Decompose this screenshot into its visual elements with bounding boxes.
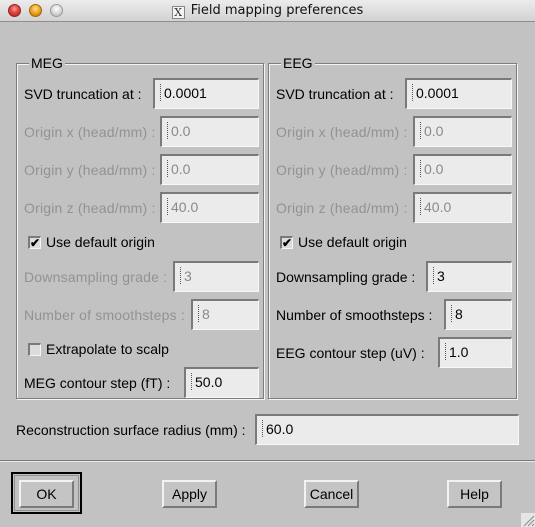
meg-contour-label: MEG contour step (fT) : bbox=[24, 375, 171, 391]
text-cursor-icon bbox=[420, 198, 423, 215]
text-cursor-icon bbox=[451, 305, 454, 322]
meg-origin-z-label: Origin z (head/mm) : bbox=[24, 200, 156, 216]
apply-button[interactable]: Apply bbox=[162, 480, 217, 508]
eeg-group: EEG SVD truncation at : 0.0001 Origin x … bbox=[268, 55, 517, 399]
meg-origin-z-value: 40.0 bbox=[171, 199, 199, 215]
meg-origin-y-input[interactable]: 0.0 bbox=[160, 154, 259, 185]
eeg-downsampling-input[interactable]: 3 bbox=[426, 261, 512, 292]
button-bar-separator bbox=[0, 460, 535, 462]
text-cursor-icon bbox=[191, 373, 194, 390]
meg-origin-x-label: Origin x (head/mm) : bbox=[24, 124, 156, 140]
text-cursor-icon bbox=[433, 267, 436, 284]
eeg-svd-value: 0.0001 bbox=[416, 85, 459, 101]
window-title-wrap: X Field mapping preferences bbox=[0, 3, 535, 19]
eeg-contour-input[interactable]: 1.0 bbox=[438, 337, 512, 368]
meg-contour-value: 50.0 bbox=[195, 374, 223, 390]
title-bar: X Field mapping preferences bbox=[0, 0, 535, 22]
text-cursor-icon bbox=[167, 198, 170, 215]
meg-origin-z-input[interactable]: 40.0 bbox=[160, 192, 259, 223]
meg-origin-y-label: Origin y (head/mm) : bbox=[24, 162, 156, 178]
meg-group-legend: MEG bbox=[29, 55, 65, 71]
eeg-origin-x-value: 0.0 bbox=[424, 123, 444, 139]
resize-grip-icon[interactable] bbox=[521, 513, 535, 527]
meg-origin-x-value: 0.0 bbox=[171, 123, 191, 139]
eeg-use-default-origin-label: Use default origin bbox=[298, 234, 407, 250]
meg-smoothsteps-value: 8 bbox=[202, 306, 210, 322]
meg-group: MEG SVD truncation at : 0.0001 Origin x … bbox=[16, 55, 264, 399]
text-cursor-icon bbox=[160, 84, 163, 101]
cancel-button[interactable]: Cancel bbox=[304, 480, 359, 508]
meg-extrapolate-label: Extrapolate to scalp bbox=[46, 341, 169, 357]
eeg-contour-label: EEG contour step (uV) : bbox=[276, 345, 425, 361]
meg-downsampling-input[interactable]: 3 bbox=[173, 261, 259, 292]
meg-extrapolate-checkbox[interactable] bbox=[28, 343, 41, 356]
eeg-downsampling-value: 3 bbox=[437, 268, 445, 284]
text-cursor-icon bbox=[198, 305, 201, 322]
meg-smoothsteps-input[interactable]: 8 bbox=[191, 299, 259, 330]
meg-use-default-origin-checkbox[interactable]: ✔ bbox=[28, 236, 41, 249]
eeg-downsampling-label: Downsampling grade : bbox=[276, 269, 416, 285]
eeg-svd-label: SVD truncation at : bbox=[276, 86, 394, 102]
meg-downsampling-value: 3 bbox=[184, 268, 192, 284]
check-icon: ✔ bbox=[282, 236, 293, 250]
eeg-origin-x-label: Origin x (head/mm) : bbox=[276, 124, 408, 140]
text-cursor-icon bbox=[167, 160, 170, 177]
eeg-smoothsteps-value: 8 bbox=[455, 306, 463, 322]
ok-button[interactable]: OK bbox=[19, 480, 74, 508]
help-button[interactable]: Help bbox=[447, 480, 502, 508]
eeg-use-default-origin-checkbox[interactable]: ✔ bbox=[280, 236, 293, 249]
text-cursor-icon bbox=[262, 420, 265, 437]
text-cursor-icon bbox=[420, 122, 423, 139]
eeg-smoothsteps-input[interactable]: 8 bbox=[444, 299, 512, 330]
text-cursor-icon bbox=[167, 122, 170, 139]
eeg-origin-z-value: 40.0 bbox=[424, 199, 452, 215]
eeg-origin-x-input[interactable]: 0.0 bbox=[413, 116, 512, 147]
eeg-contour-value: 1.0 bbox=[449, 344, 469, 360]
eeg-svd-input[interactable]: 0.0001 bbox=[405, 78, 512, 109]
reconstruction-radius-label: Reconstruction surface radius (mm) : bbox=[16, 422, 246, 438]
check-icon: ✔ bbox=[30, 236, 41, 250]
text-cursor-icon bbox=[445, 343, 448, 360]
meg-svd-label: SVD truncation at : bbox=[24, 86, 142, 102]
x11-icon: X bbox=[171, 6, 185, 19]
text-cursor-icon bbox=[412, 84, 415, 101]
eeg-origin-z-label: Origin z (head/mm) : bbox=[276, 200, 408, 216]
eeg-origin-y-value: 0.0 bbox=[424, 161, 444, 177]
reconstruction-radius-input[interactable]: 60.0 bbox=[255, 414, 519, 445]
text-cursor-icon bbox=[420, 160, 423, 177]
eeg-origin-y-input[interactable]: 0.0 bbox=[413, 154, 512, 185]
meg-use-default-origin-label: Use default origin bbox=[46, 234, 155, 250]
meg-origin-x-input[interactable]: 0.0 bbox=[160, 116, 259, 147]
text-cursor-icon bbox=[180, 267, 183, 284]
meg-downsampling-label: Downsampling grade : bbox=[24, 269, 168, 285]
meg-svd-input[interactable]: 0.0001 bbox=[153, 78, 259, 109]
meg-contour-input[interactable]: 50.0 bbox=[184, 367, 259, 398]
meg-origin-y-value: 0.0 bbox=[171, 161, 191, 177]
reconstruction-radius-value: 60.0 bbox=[266, 421, 294, 437]
meg-smoothsteps-label: Number of smoothsteps : bbox=[24, 307, 185, 323]
eeg-origin-y-label: Origin y (head/mm) : bbox=[276, 162, 408, 178]
window-title: Field mapping preferences bbox=[190, 3, 364, 18]
eeg-group-legend: EEG bbox=[281, 55, 315, 71]
eeg-origin-z-input[interactable]: 40.0 bbox=[413, 192, 512, 223]
eeg-smoothsteps-label: Number of smoothsteps : bbox=[276, 307, 433, 323]
meg-svd-value: 0.0001 bbox=[164, 85, 207, 101]
